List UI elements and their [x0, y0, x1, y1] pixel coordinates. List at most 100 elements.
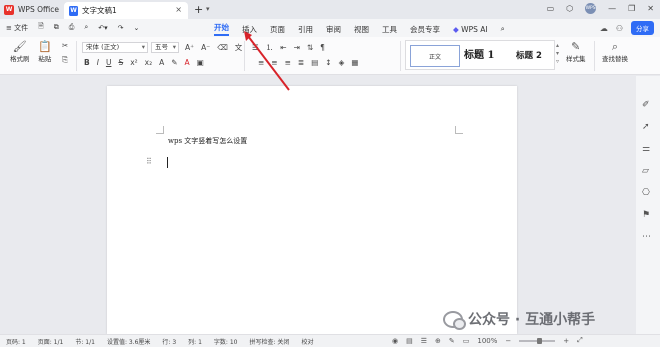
- tab-review[interactable]: 审阅: [326, 24, 341, 35]
- align-center-icon[interactable]: ≡: [271, 58, 277, 67]
- italic-icon[interactable]: I: [97, 58, 99, 67]
- distributed-icon[interactable]: ▤: [311, 58, 318, 67]
- outline-view-icon[interactable]: ☰: [421, 337, 427, 345]
- format-painter-button[interactable]: 🖌 格式刷: [10, 40, 30, 63]
- drag-handle-icon[interactable]: ⠿: [146, 157, 152, 166]
- font-shrink-icon[interactable]: A⁻: [201, 43, 210, 52]
- zoom-slider-knob[interactable]: [537, 337, 543, 344]
- cloud-icon[interactable]: ☁: [600, 24, 608, 33]
- search-icon[interactable]: ⌕: [501, 24, 505, 34]
- read-mode-icon[interactable]: ▭: [463, 337, 470, 345]
- line-spacing-icon[interactable]: ↕: [325, 58, 331, 67]
- show-marks-icon[interactable]: ¶: [320, 43, 325, 52]
- eye-protection-icon[interactable]: ◉: [392, 337, 398, 345]
- font-family-select[interactable]: 宋体 (正文) ▾: [82, 42, 148, 53]
- collab-icon[interactable]: ⚇: [616, 24, 623, 33]
- numbered-list-icon[interactable]: ⒈: [266, 42, 274, 53]
- strikethrough-icon[interactable]: S: [118, 58, 123, 67]
- superscript-icon[interactable]: x²: [130, 58, 137, 67]
- select-icon[interactable]: ➚: [642, 122, 650, 132]
- highlight-icon[interactable]: ✎: [171, 58, 177, 67]
- redo-icon[interactable]: ↷: [118, 24, 124, 32]
- avatar[interactable]: WPS: [585, 3, 597, 14]
- document-tab[interactable]: W 文字文稿1 ×: [64, 2, 188, 19]
- new-tab-button[interactable]: +: [194, 3, 203, 16]
- styles-scroll[interactable]: ▴ ▾ ▿: [556, 42, 559, 66]
- layout-icon[interactable]: ▭: [547, 4, 555, 13]
- zoom-out-icon[interactable]: −: [505, 337, 511, 345]
- proofread-button[interactable]: 校对: [301, 337, 313, 346]
- indent-icon[interactable]: ⇥: [294, 43, 300, 52]
- subscript-icon[interactable]: x₂: [145, 58, 152, 67]
- document-text-line[interactable]: wps 文字竖着写怎么设置: [168, 136, 247, 146]
- hamburger-menu-icon[interactable]: ≡ 文件: [6, 23, 28, 33]
- sort-icon[interactable]: ⇅: [307, 43, 313, 52]
- style-set-button[interactable]: ✎ 样式集: [566, 40, 586, 63]
- tab-tools[interactable]: 工具: [382, 24, 397, 35]
- more-icon[interactable]: ⋯: [642, 232, 651, 242]
- zoom-slider[interactable]: [519, 337, 556, 344]
- style-heading-1[interactable]: 标题 1: [464, 45, 494, 67]
- align-right-icon[interactable]: ≡: [285, 58, 291, 67]
- find-replace-button[interactable]: ⌕ 查找替换: [602, 40, 628, 63]
- close-window-icon[interactable]: ✕: [647, 4, 654, 13]
- cut-icon[interactable]: ✂: [62, 41, 68, 50]
- minimize-icon[interactable]: —: [608, 4, 616, 13]
- undo-icon[interactable]: ↶▾: [98, 24, 107, 32]
- adjust-icon[interactable]: ⚌: [642, 144, 650, 154]
- write-mode-icon[interactable]: ✎: [449, 337, 455, 345]
- tab-view[interactable]: 视图: [354, 24, 369, 35]
- print-preview-icon[interactable]: ⌕: [84, 23, 88, 32]
- char-shading-icon[interactable]: ▣: [197, 58, 204, 67]
- fit-page-icon[interactable]: ⤢: [577, 336, 583, 345]
- align-left-icon[interactable]: ≡: [258, 58, 264, 67]
- skin-icon[interactable]: ⬡: [566, 4, 573, 13]
- font-size-select[interactable]: 五号 ▾: [151, 42, 179, 53]
- edit-icon[interactable]: ✐: [642, 100, 650, 110]
- tab-wps-ai[interactable]: ◆ WPS AI: [453, 25, 488, 34]
- text-effect-icon[interactable]: A: [159, 58, 164, 67]
- tab-member[interactable]: 会员专享: [410, 24, 440, 35]
- font-color-icon[interactable]: A: [185, 58, 190, 67]
- justify-icon[interactable]: ≣: [298, 58, 304, 67]
- pinyin-icon[interactable]: 文: [235, 42, 243, 53]
- page-view-icon[interactable]: ▤: [406, 337, 413, 345]
- set-value-indicator[interactable]: 设置值: 3.6厘米: [107, 337, 150, 346]
- tab-list-chevron-icon[interactable]: ▾: [206, 5, 210, 13]
- web-view-icon[interactable]: ⊕: [435, 337, 441, 345]
- more-chevron-icon[interactable]: ⌄: [134, 24, 140, 32]
- underline-icon[interactable]: U: [106, 58, 112, 67]
- print-icon[interactable]: ⎙: [69, 23, 75, 32]
- close-tab-icon[interactable]: ×: [175, 5, 182, 14]
- paste-button[interactable]: 📋 粘贴: [38, 40, 52, 63]
- style-normal[interactable]: 正文: [410, 45, 460, 67]
- assistant-icon[interactable]: ⎔: [642, 188, 650, 198]
- tab-page[interactable]: 页面: [270, 24, 285, 35]
- document-page[interactable]: [107, 86, 517, 334]
- copy-icon[interactable]: ⎘: [62, 55, 68, 65]
- clear-format-icon[interactable]: ⌫: [217, 43, 228, 52]
- shading-icon[interactable]: ◈: [339, 58, 345, 67]
- section-indicator[interactable]: 节: 1/1: [75, 337, 95, 346]
- maximize-icon[interactable]: ❐: [628, 4, 635, 13]
- font-grow-icon[interactable]: A⁺: [185, 43, 194, 52]
- file-menu-label[interactable]: 文件: [14, 24, 28, 32]
- column-indicator[interactable]: 列: 1: [188, 337, 202, 346]
- page-count[interactable]: 页码: 1: [6, 337, 26, 346]
- tab-insert[interactable]: 插入: [242, 24, 257, 35]
- tab-home[interactable]: 开始: [214, 22, 229, 36]
- share-button[interactable]: 分享: [631, 21, 654, 35]
- bullet-list-icon[interactable]: ☰: [252, 43, 259, 52]
- tab-references[interactable]: 引用: [298, 24, 313, 35]
- page-indicator[interactable]: 页面: 1/1: [38, 337, 64, 346]
- export-icon[interactable]: ⧉: [54, 23, 59, 32]
- spell-check-status[interactable]: 拼写检查: 关闭: [250, 337, 290, 346]
- save-icon[interactable]: 🗎: [38, 22, 44, 33]
- word-count[interactable]: 字数: 10: [214, 337, 238, 346]
- comment-icon[interactable]: ▱: [642, 166, 649, 176]
- outdent-icon[interactable]: ⇤: [280, 43, 286, 52]
- zoom-value[interactable]: 100%: [477, 337, 497, 345]
- wps-home-tab[interactable]: W WPS Office: [4, 2, 59, 17]
- bold-icon[interactable]: B: [84, 58, 90, 67]
- border-icon[interactable]: ▦: [351, 58, 358, 67]
